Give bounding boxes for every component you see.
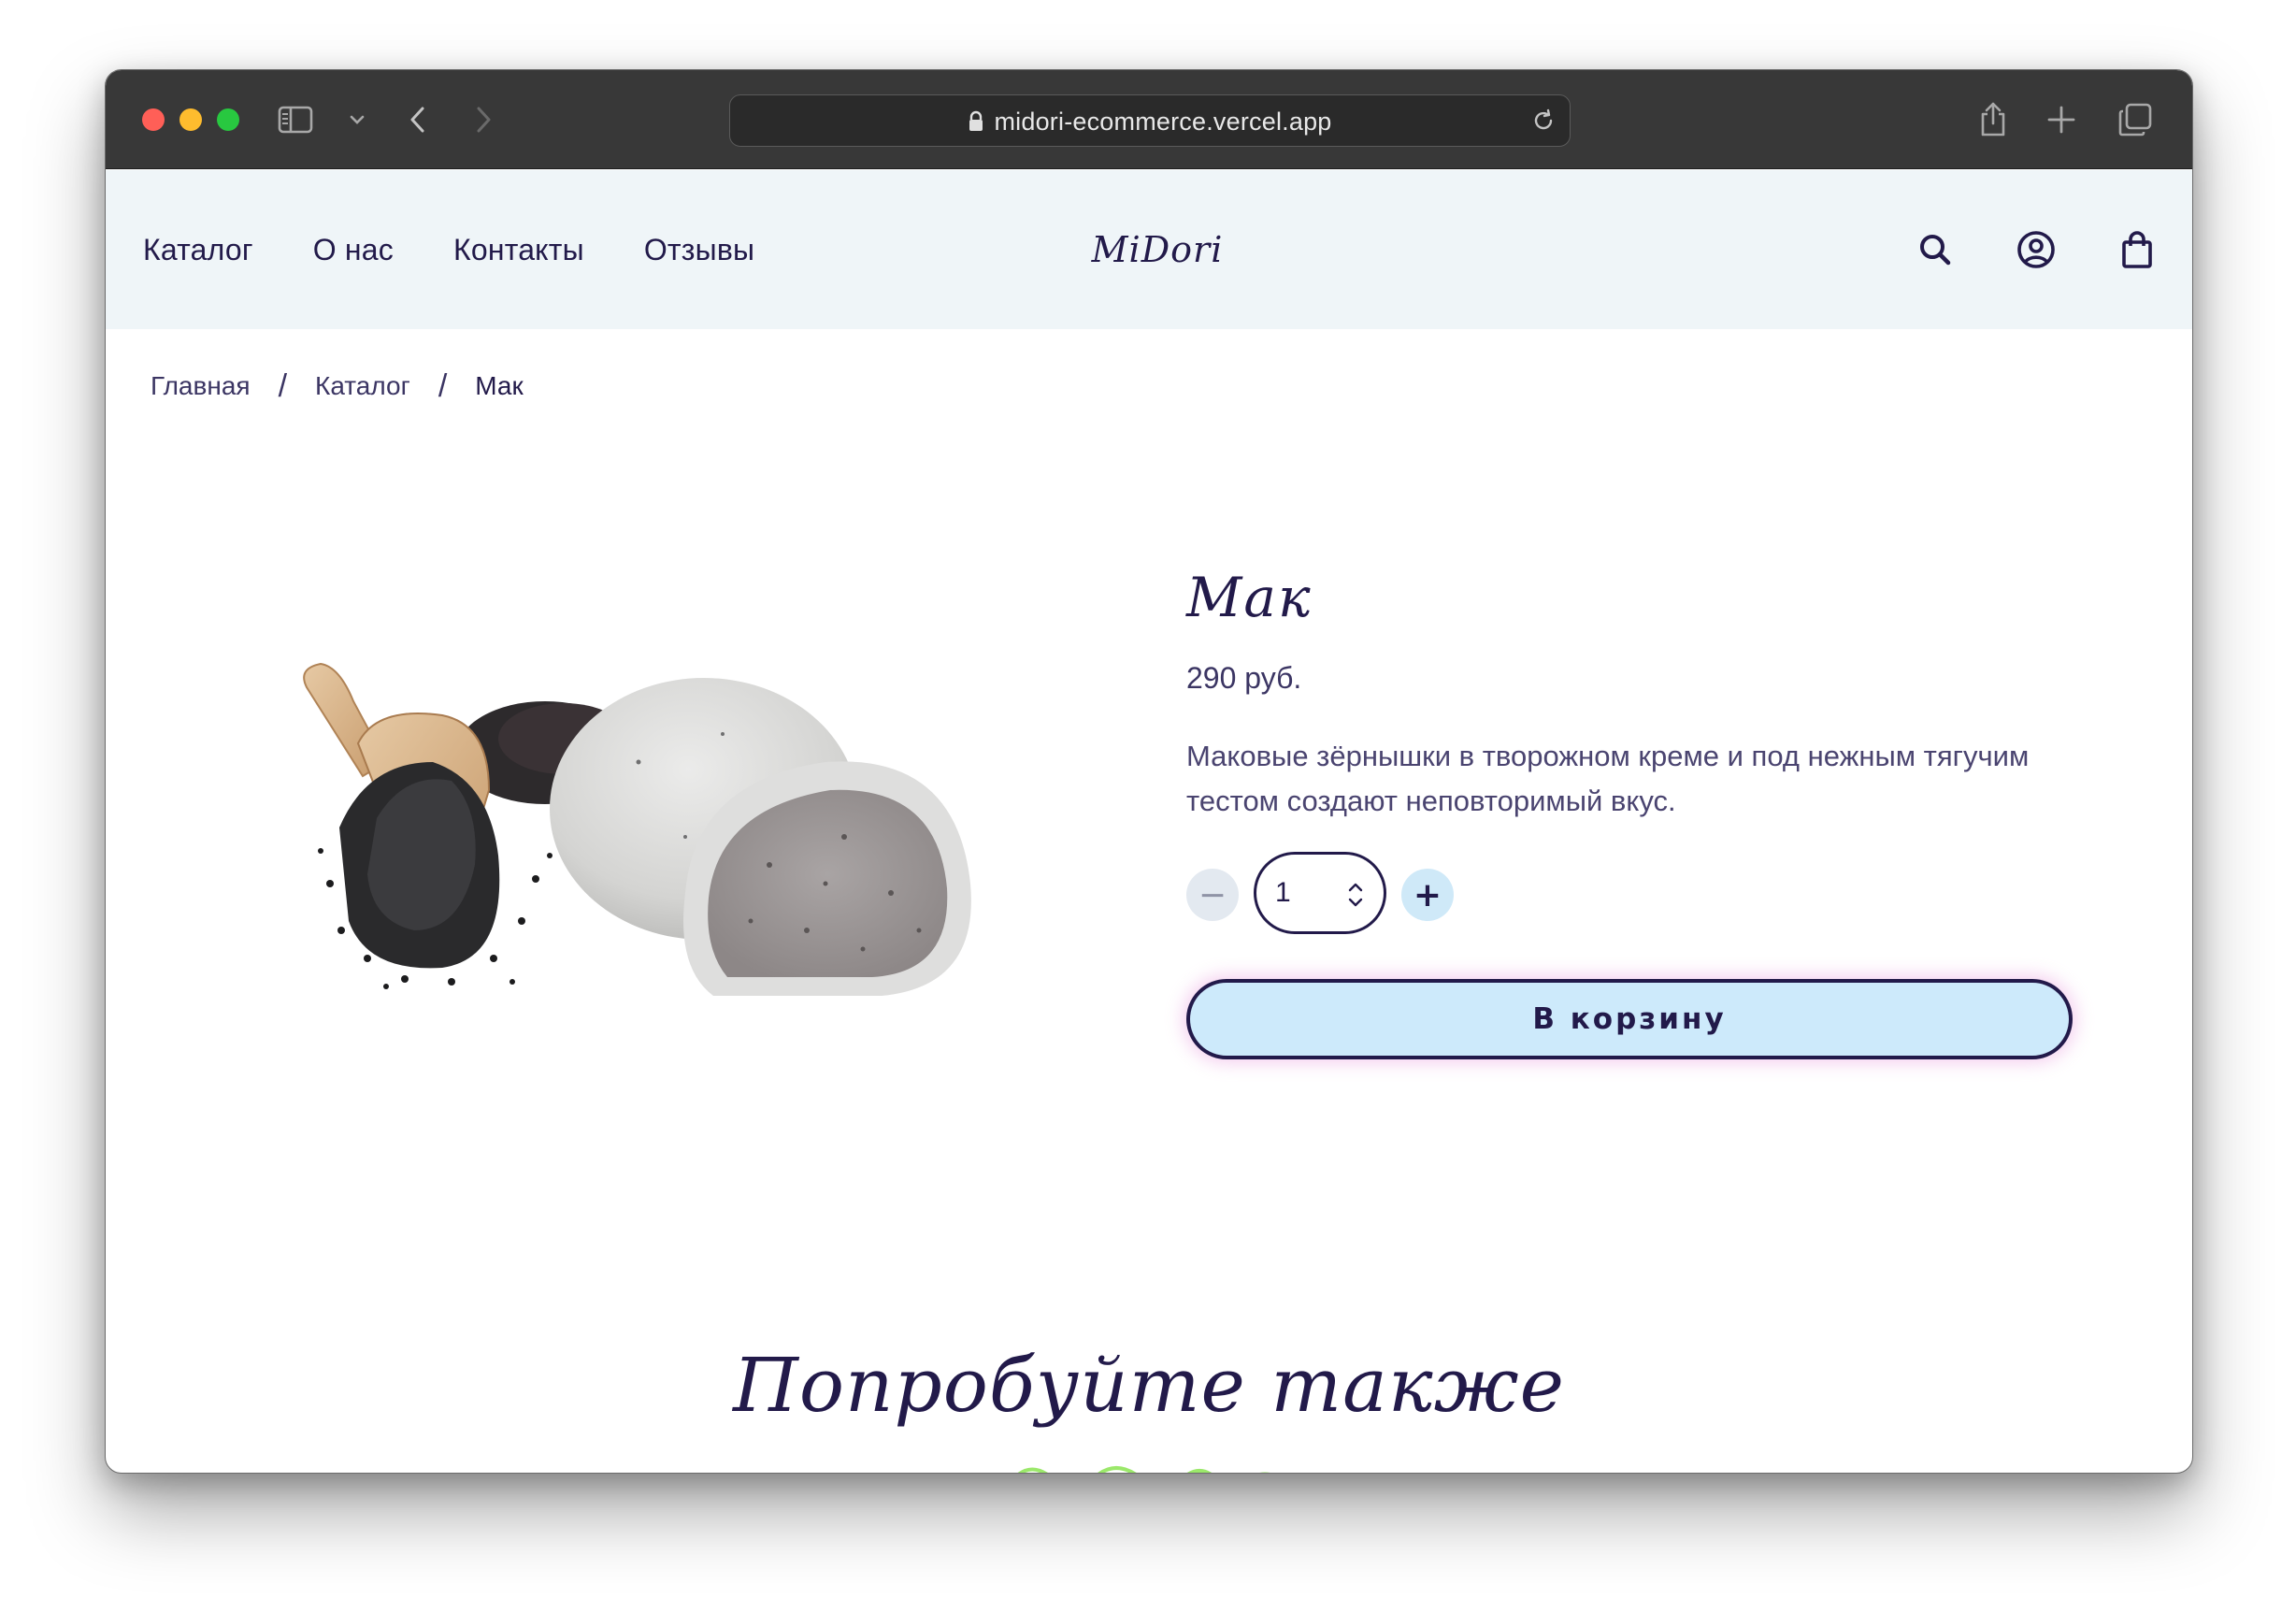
spinner-arrows-icon[interactable] <box>1346 879 1365 914</box>
breadcrumb-separator: / <box>278 367 288 404</box>
quantity-stepper <box>1254 852 1386 934</box>
main-nav: Каталог О нас Контакты Отзывы <box>143 170 814 329</box>
nav-link-about[interactable]: О нас <box>313 233 394 267</box>
forward-arrow-icon[interactable] <box>472 98 495 141</box>
minimize-window-button[interactable] <box>179 108 202 131</box>
sidebar-toggle-icon[interactable] <box>278 98 315 141</box>
account-icon[interactable] <box>2016 230 2056 269</box>
site-header: Каталог О нас Контакты Отзывы MiDori <box>106 170 2192 329</box>
lock-icon <box>968 110 984 133</box>
browser-toolbar: midori-ecommerce.vercel.app <box>106 70 2192 169</box>
reload-icon[interactable] <box>1530 108 1557 137</box>
product-price: 290 руб. <box>1186 661 1302 695</box>
quantity-decrease-button[interactable]: − <box>1186 869 1239 921</box>
related-section-title: Попробуйте также <box>733 1342 1565 1429</box>
nav-link-reviews[interactable]: Отзывы <box>644 233 754 267</box>
site-logo[interactable]: MiDori <box>1092 170 1223 329</box>
shopping-bag-icon[interactable] <box>2117 230 2157 269</box>
product-title: Мак <box>1186 566 1313 629</box>
zoom-window-button[interactable] <box>217 108 239 131</box>
add-to-cart-button[interactable]: В корзину <box>1186 979 2073 1059</box>
tab-overview-icon[interactable] <box>2117 98 2153 141</box>
breadcrumb: Главная / Каталог / Мак <box>151 367 524 405</box>
chevron-down-icon[interactable] <box>349 98 366 141</box>
browser-window: midori-ecommerce.vercel.app Каталог О на… <box>105 69 2193 1474</box>
search-icon[interactable] <box>1916 230 1955 269</box>
breadcrumb-catalog[interactable]: Каталог <box>315 371 410 401</box>
share-icon[interactable] <box>1977 98 2009 141</box>
close-window-button[interactable] <box>142 108 165 131</box>
product-image <box>303 662 971 996</box>
product-description: Маковые зёрнышки в творожном креме и под… <box>1186 740 2030 817</box>
breadcrumb-home[interactable]: Главная <box>151 371 251 401</box>
breadcrumb-current: Мак <box>475 371 524 400</box>
nav-link-contacts[interactable]: Контакты <box>453 233 584 267</box>
screenshot-stage: midori-ecommerce.vercel.app Каталог О на… <box>0 0 2296 1612</box>
decorative-arcs <box>1017 1466 1270 1473</box>
new-tab-icon[interactable] <box>2046 98 2076 141</box>
url-text: midori-ecommerce.vercel.app <box>994 107 1332 136</box>
address-bar[interactable]: midori-ecommerce.vercel.app <box>729 94 1571 147</box>
back-arrow-icon[interactable] <box>407 98 429 141</box>
quantity-input[interactable] <box>1275 877 1341 909</box>
quantity-increase-button[interactable]: + <box>1401 869 1454 921</box>
nav-link-catalog[interactable]: Каталог <box>143 233 253 267</box>
breadcrumb-separator: / <box>438 367 448 404</box>
